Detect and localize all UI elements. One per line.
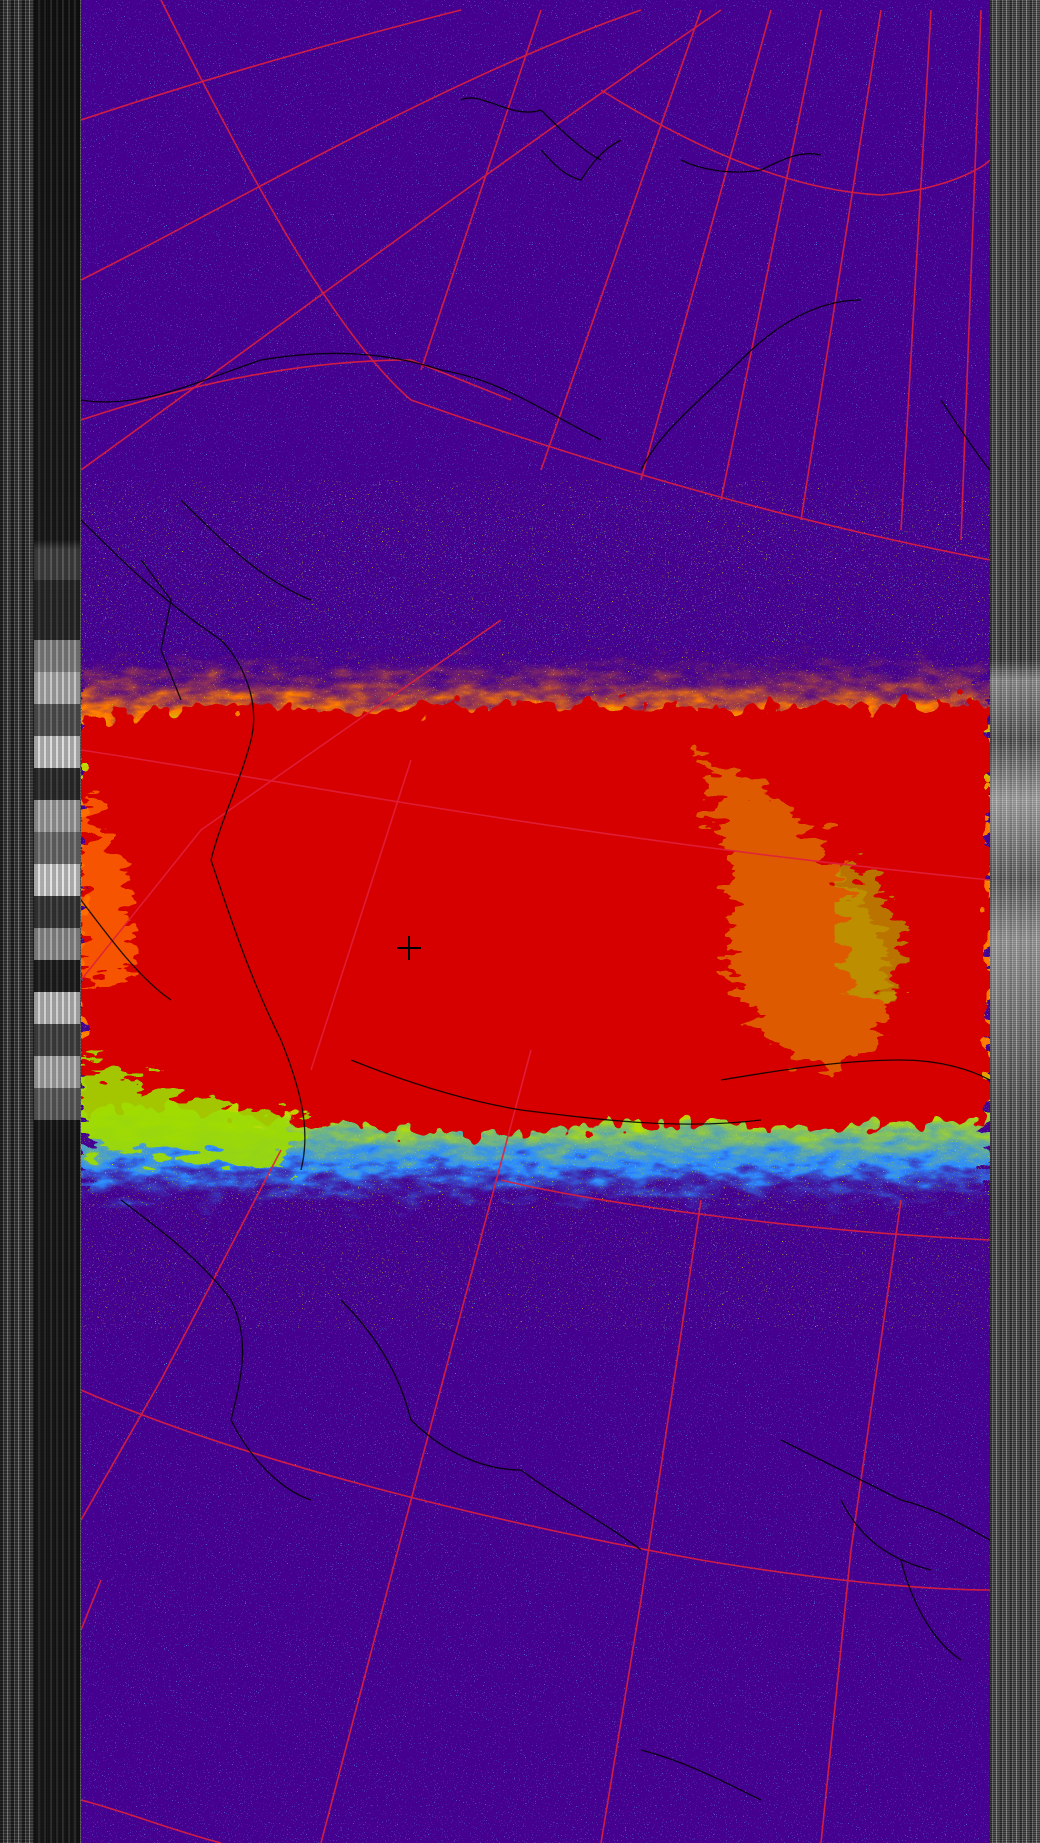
satellite-image-viewer xyxy=(0,0,1040,1843)
right-sync-noise-strip xyxy=(990,0,1040,1843)
thermal-map-panel xyxy=(81,0,990,1843)
warm-speckle-belt-north xyxy=(81,480,990,650)
telemetry-calibration-strip xyxy=(34,0,80,1843)
heat-band xyxy=(81,650,990,1210)
thermal-map xyxy=(81,0,990,1843)
